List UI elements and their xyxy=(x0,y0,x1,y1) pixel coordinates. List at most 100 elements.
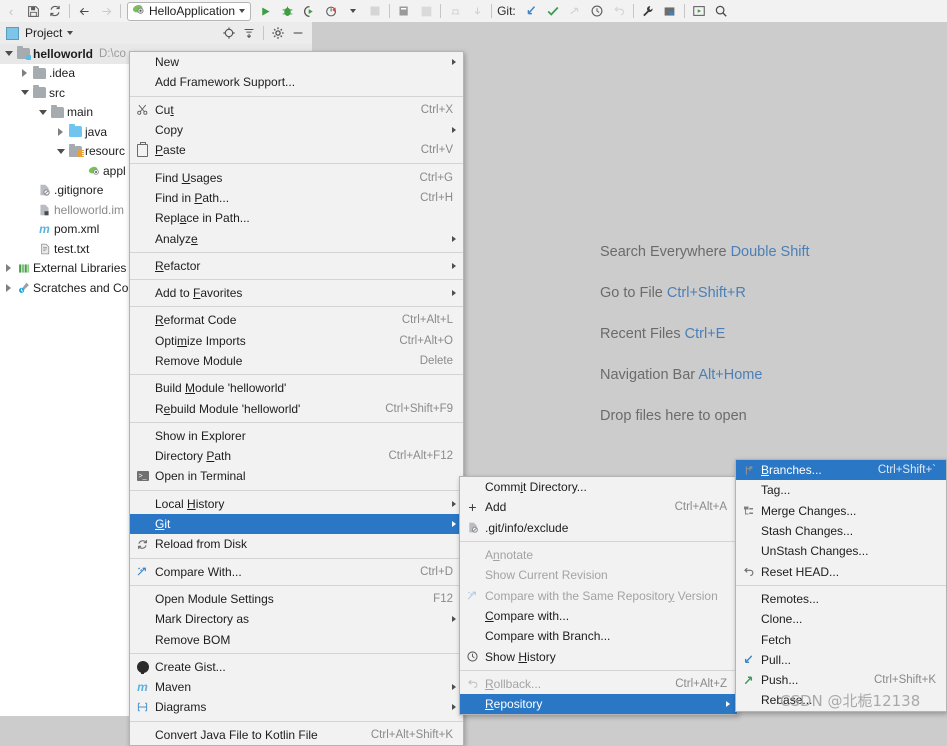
menu-item-rebase[interactable]: Rebase... xyxy=(736,690,946,710)
menu-item-tag[interactable]: Tag... xyxy=(736,480,946,500)
run-configuration-selector[interactable]: HelloApplication xyxy=(127,1,252,21)
menu-item-optimize-imports[interactable]: Optimize Imports Ctrl+Alt+O xyxy=(130,331,463,351)
menu-item-shortcut: Ctrl+Shift+F9 xyxy=(385,402,453,415)
chevron-down-icon[interactable] xyxy=(239,9,246,13)
run-with-coverage-icon[interactable] xyxy=(298,1,320,21)
commit-icon[interactable] xyxy=(542,1,564,21)
menu-item-push[interactable]: Push... Ctrl+Shift+K xyxy=(736,670,946,690)
wrench-icon[interactable] xyxy=(637,1,659,21)
chevron-down-icon[interactable] xyxy=(18,90,31,96)
menu-separator xyxy=(130,163,463,165)
menu-item-clone[interactable]: Clone... xyxy=(736,609,946,629)
menu-item-label: Compare with Branch... xyxy=(485,629,611,644)
menu-item-create-gist[interactable]: Create Gist... xyxy=(130,657,463,677)
profile-icon[interactable] xyxy=(320,1,342,21)
profile-dropdown-icon[interactable] xyxy=(342,1,364,21)
structure-icon[interactable] xyxy=(659,1,681,21)
menu-item-cut[interactable]: Cut Ctrl+X xyxy=(130,100,463,120)
context-menu-main[interactable]: New Add Framework Support... Cut Ctrl+X Copy… xyxy=(129,51,464,746)
menu-item-compare-with[interactable]: Compare With... Ctrl+D xyxy=(130,562,463,582)
menu-item-add-to-favorites[interactable]: Add to Favorites xyxy=(130,283,463,303)
menu-item-add[interactable]: + Add Ctrl+Alt+A xyxy=(460,497,737,517)
menu-item-label: Open in Terminal xyxy=(155,469,246,484)
menu-item-open-in-terminal[interactable]: >_ Open in Terminal xyxy=(130,466,463,486)
menu-item-show-in-explorer[interactable]: Show in Explorer xyxy=(130,426,463,446)
menu-item-reformat-code[interactable]: Reformat Code Ctrl+Alt+L xyxy=(130,310,463,330)
menu-item-new[interactable]: New xyxy=(130,52,463,72)
menu-item-open-module-settings[interactable]: Open Module Settings F12 xyxy=(130,589,463,609)
menu-item-commit-directory[interactable]: Commit Directory... xyxy=(460,477,737,497)
run-anything-icon[interactable] xyxy=(688,1,710,21)
chevron-down-icon[interactable] xyxy=(67,31,74,35)
project-panel-title[interactable]: Project xyxy=(25,26,62,40)
menu-item-branches[interactable]: Branches... Ctrl+Shift+` xyxy=(736,460,946,481)
context-menu-git[interactable]: Commit Directory... + Add Ctrl+Alt+A .git/in… xyxy=(459,476,738,716)
menu-item-copy[interactable]: Copy xyxy=(130,120,463,140)
hide-icon[interactable] xyxy=(289,24,307,42)
chevron-right-icon[interactable] xyxy=(2,283,15,292)
menu-item-analyze[interactable]: Analyze xyxy=(130,228,463,248)
menu-item-diagrams[interactable]: Diagrams xyxy=(130,697,463,717)
menu-item-compare-with[interactable]: Compare with... xyxy=(460,606,737,626)
menu-item-show-history[interactable]: Show History xyxy=(460,646,737,666)
chevron-down-icon[interactable] xyxy=(2,51,15,57)
menu-item-label: New xyxy=(155,55,180,70)
menu-item-find-usages[interactable]: Find Usages Ctrl+G xyxy=(130,167,463,187)
github-icon xyxy=(130,660,155,674)
menu-item-remotes[interactable]: Remotes... xyxy=(736,589,946,609)
debug-icon[interactable] xyxy=(276,1,298,21)
menu-item-compare-with-branch[interactable]: Compare with Branch... xyxy=(460,626,737,646)
collapse-all-icon[interactable] xyxy=(240,24,258,42)
menu-item-remove-bom[interactable]: Remove BOM xyxy=(130,629,463,649)
menu-item-stash-changes[interactable]: Stash Changes... xyxy=(736,521,946,541)
menu-item-merge-changes[interactable]: Merge Changes... xyxy=(736,501,946,521)
menu-item-mark-directory-as[interactable]: Mark Directory as xyxy=(130,609,463,629)
settings-icon[interactable] xyxy=(393,1,415,21)
menu-separator xyxy=(130,421,463,423)
locate-icon[interactable] xyxy=(220,24,238,42)
menu-item-local-history[interactable]: Local History xyxy=(130,494,463,514)
menu-item-shortcut: Ctrl+X xyxy=(420,103,453,116)
chevron-right-icon[interactable] xyxy=(18,69,31,78)
back-arrow-icon[interactable] xyxy=(73,1,95,21)
menu-item-repository[interactable]: Repository xyxy=(460,693,737,715)
menu-item-label: Rollback... xyxy=(485,676,542,691)
menu-item-find-in-path[interactable]: Find in Path... Ctrl+H xyxy=(130,188,463,208)
sync-icon[interactable] xyxy=(44,1,66,21)
menu-item-remove-module[interactable]: Remove Module Delete xyxy=(130,351,463,371)
chevron-right-icon[interactable] xyxy=(2,264,15,273)
search-icon[interactable] xyxy=(710,1,732,21)
menu-item-add-framework-support[interactable]: Add Framework Support... xyxy=(130,72,463,92)
menu-item-convert-java-file-to-kotlin-file[interactable]: Convert Java File to Kotlin File Ctrl+Alt… xyxy=(130,725,463,745)
tree-label: test.txt xyxy=(54,241,90,256)
context-menu-repository[interactable]: Branches... Ctrl+Shift+` Tag... Merge Chang… xyxy=(735,459,947,712)
menu-item-shortcut: Ctrl+Alt+Shift+K xyxy=(370,728,453,741)
menu-item-rebuild-module-helloworld[interactable]: Rebuild Module 'helloworld' Ctrl+Shift+F9 xyxy=(130,398,463,418)
save-icon[interactable] xyxy=(22,1,44,21)
menu-item-replace-in-path[interactable]: Replace in Path... xyxy=(130,208,463,228)
chevron-down-icon[interactable] xyxy=(54,148,67,154)
menu-item-reset-head[interactable]: Reset HEAD... xyxy=(736,561,946,581)
menu-item-label: Reset HEAD... xyxy=(761,564,840,579)
menu-item-fetch[interactable]: Fetch xyxy=(736,629,946,649)
menu-item-git-info-exclude[interactable]: .git/info/exclude xyxy=(460,518,737,538)
chevron-down-icon[interactable] xyxy=(36,109,49,115)
menu-item-label: Annotate xyxy=(485,548,534,563)
run-icon[interactable] xyxy=(254,1,276,21)
menu-item-paste[interactable]: Paste Ctrl+V xyxy=(130,140,463,160)
menu-item-label: Add xyxy=(485,500,507,515)
history-icon[interactable] xyxy=(586,1,608,21)
menu-item-label: Clone... xyxy=(761,612,803,627)
menu-item-build-module-helloworld[interactable]: Build Module 'helloworld' xyxy=(130,378,463,398)
chevron-right-icon[interactable] xyxy=(54,127,67,136)
menu-item-directory-path[interactable]: Directory Path Ctrl+Alt+F12 xyxy=(130,446,463,466)
menu-item-maven[interactable]: m Maven xyxy=(130,677,463,697)
update-project-icon[interactable] xyxy=(520,1,542,21)
menu-item-reload-from-disk[interactable]: Reload from Disk xyxy=(130,534,463,554)
gear-icon[interactable] xyxy=(269,24,287,42)
menu-item-label: Show in Explorer xyxy=(155,428,246,443)
menu-item-unstash-changes[interactable]: UnStash Changes... xyxy=(736,541,946,561)
menu-item-pull[interactable]: Pull... xyxy=(736,650,946,670)
menu-item-git[interactable]: Git xyxy=(130,513,463,535)
menu-item-refactor[interactable]: Refactor xyxy=(130,256,463,276)
